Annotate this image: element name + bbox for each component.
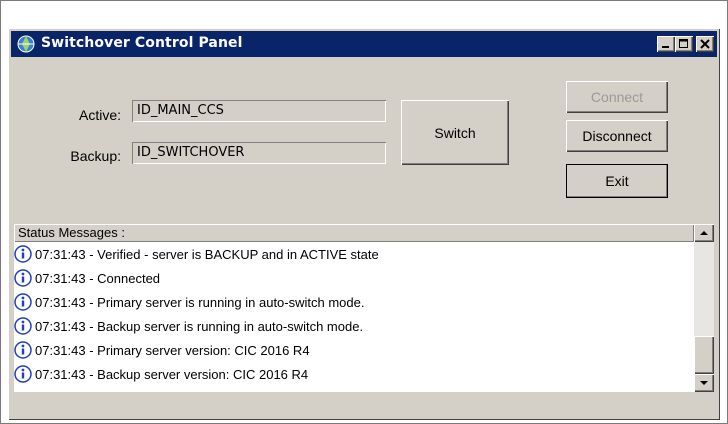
switchover-window: Switchover Control Panel Active: ID_MAIN… [8,28,720,420]
info-icon [14,245,32,263]
disconnect-button-label: Disconnect [582,128,652,144]
switch-button[interactable]: Switch [401,100,509,165]
status-message: 07:31:43 - Backup server version: CIC 20… [14,362,694,386]
info-icon [14,293,32,311]
scroll-up-button[interactable] [694,224,714,242]
status-messages-list[interactable]: 07:31:43 - Verified - server is BACKUP a… [14,242,694,392]
status-messages-header: Status Messages : [14,224,694,242]
maximize-icon [679,39,688,48]
status-message: 07:31:43 - Primary server version: CIC 2… [14,338,694,362]
exit-button-label: Exit [605,173,629,189]
status-message: 07:31:43 - Connected [14,266,694,290]
status-message-text: 07:31:43 - Connected [35,270,161,286]
connect-button-label: Connect [590,89,644,105]
scroll-down-button[interactable] [694,374,714,392]
scroll-thumb[interactable] [694,336,714,374]
minimize-button[interactable] [657,36,675,52]
status-scrollbar[interactable] [694,224,714,392]
switch-button-label: Switch [434,124,476,141]
status-message-text: 07:31:43 - Backup server version: CIC 20… [35,366,309,382]
connect-button[interactable]: Connect [566,81,668,113]
status-message: 07:31:43 - Primary server is running in … [14,290,694,314]
arrow-up-icon [700,231,708,235]
window-title: Switchover Control Panel [41,35,243,51]
status-message: 07:31:43 - Backup server is running in a… [14,314,694,338]
status-message-text: 07:31:43 - Verified - server is BACKUP a… [35,246,379,262]
close-button[interactable] [696,36,714,52]
maximize-button[interactable] [675,36,693,52]
arrow-down-icon [700,381,708,385]
status-message-text: 07:31:43 - Primary server is running in … [35,294,365,310]
backup-field: ID_SWITCHOVER [132,142,386,164]
active-field: ID_MAIN_CCS [132,100,386,122]
disconnect-button[interactable]: Disconnect [566,120,668,152]
info-icon [14,269,32,287]
status-message: 07:31:43 - Verified - server is BACKUP a… [14,242,694,266]
info-icon [14,365,32,383]
network-globe-icon [17,35,35,53]
active-label: Active: [78,107,121,123]
status-message-text: 07:31:43 - Backup server is running in a… [35,318,364,334]
title-bar[interactable]: Switchover Control Panel [11,31,717,57]
backup-label: Backup: [70,148,121,164]
exit-button[interactable]: Exit [566,164,668,198]
close-icon [700,39,710,49]
info-icon [14,317,32,335]
minimize-icon [662,46,669,48]
info-icon [14,341,32,359]
status-message-text: 07:31:43 - Primary server version: CIC 2… [35,342,310,358]
